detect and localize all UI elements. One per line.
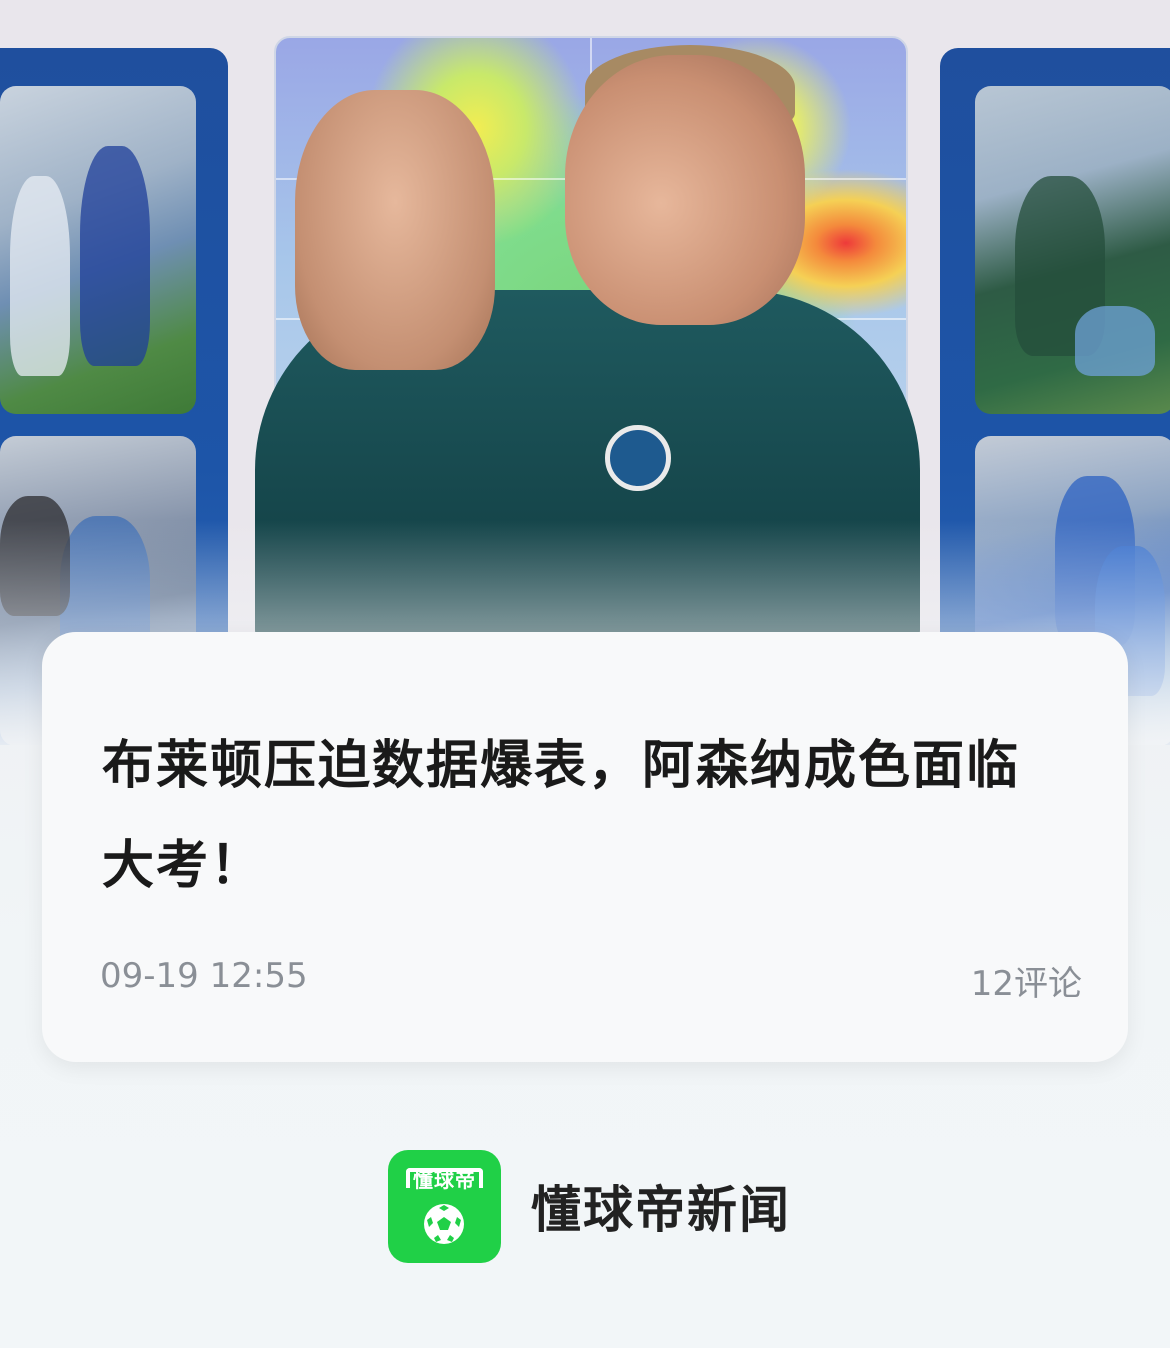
share-card-page: 布莱顿压迫数据爆表，阿森纳成色面临大考！ 09-19 12:55 12评论 懂球…: [0, 0, 1170, 1348]
article-card[interactable]: 布莱顿压迫数据爆表，阿森纳成色面临大考！ 09-19 12:55 12评论: [42, 632, 1128, 1062]
club-badge-icon: [605, 425, 671, 491]
player-face: [565, 55, 805, 325]
clapping-hands: [295, 90, 495, 370]
logo-text: 懂球帝: [413, 1167, 476, 1192]
soccer-ball-icon: [424, 1203, 464, 1244]
action-photo-top-left: [0, 86, 196, 414]
article-title: 布莱顿压迫数据爆表，阿森纳成色面临大考！: [102, 736, 1021, 896]
brand-name: 懂球帝新闻: [531, 1181, 791, 1239]
comment-count[interactable]: 12评论: [971, 956, 1082, 1005]
dongqiudi-logo-icon: 懂球帝: [388, 1149, 501, 1263]
action-photo-top-right: [975, 86, 1170, 414]
article-date: 09-19 12:55: [100, 956, 308, 996]
brand-footer: 懂球帝 懂球帝新闻: [388, 1149, 791, 1263]
